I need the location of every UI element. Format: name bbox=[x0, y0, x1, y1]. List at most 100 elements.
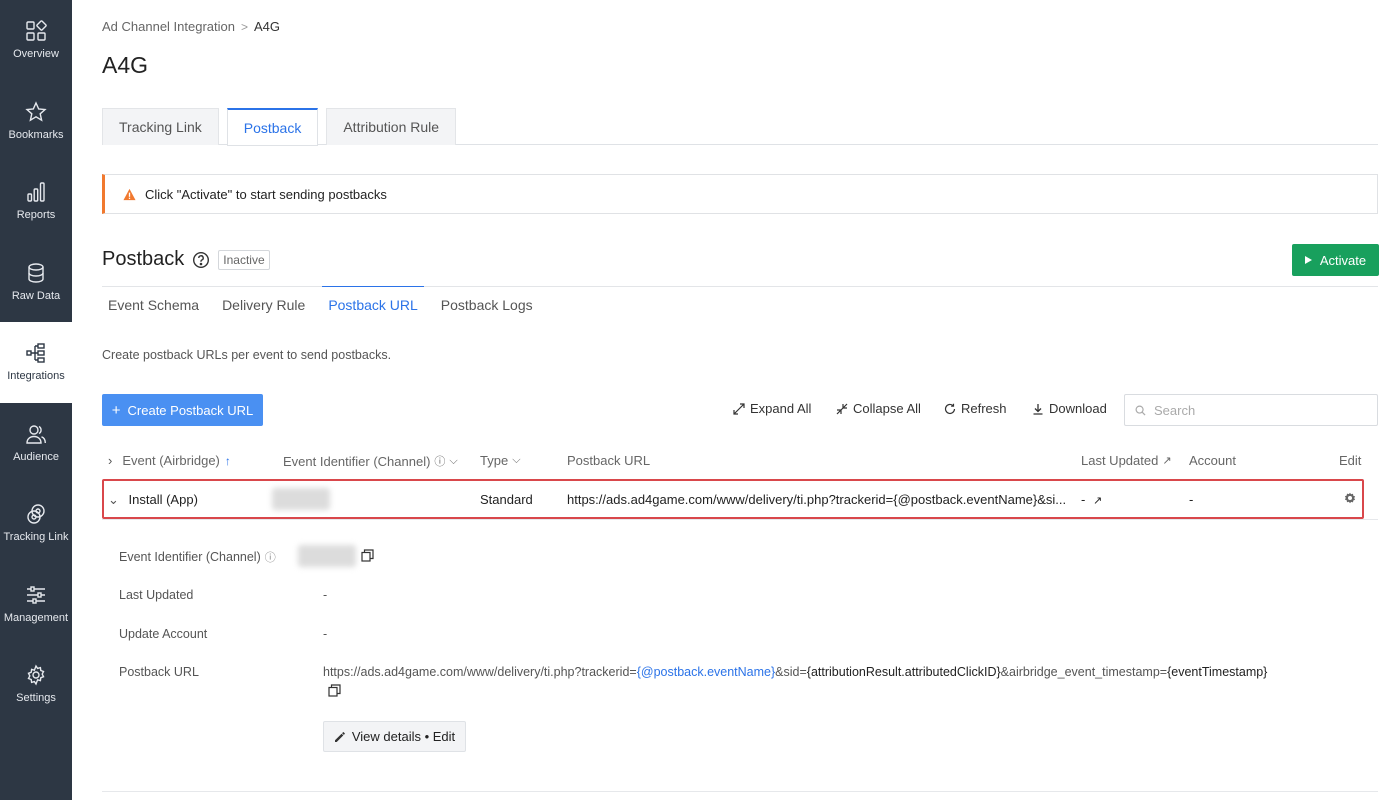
row-last-updated-value: - bbox=[1081, 492, 1086, 507]
refresh-icon bbox=[944, 403, 956, 414]
column-header-last-updated[interactable]: Last Updated ↗ bbox=[1081, 453, 1172, 468]
header-last-updated-label: Last Updated bbox=[1081, 453, 1159, 468]
warning-icon bbox=[123, 188, 136, 200]
header-account-label: Account bbox=[1189, 453, 1236, 468]
external-link-icon[interactable]: ↗ bbox=[1093, 495, 1102, 507]
sidebar-item-label: Audience bbox=[13, 450, 59, 463]
settings-gear-icon[interactable] bbox=[1343, 491, 1357, 505]
sidebar-item-bookmarks[interactable]: Bookmarks bbox=[0, 81, 72, 162]
sort-ascending-icon: ↑ bbox=[224, 453, 231, 468]
expand-icon bbox=[733, 402, 745, 415]
sidebar-item-audience[interactable]: Audience bbox=[0, 403, 72, 484]
postback-title: Postback bbox=[102, 248, 185, 270]
plus-icon: + bbox=[111, 401, 121, 419]
redacted-identifier bbox=[272, 488, 330, 510]
integrations-icon bbox=[26, 343, 45, 363]
column-header-identifier[interactable]: Event Identifier (Channel) ⓘ ⌵ bbox=[283, 453, 458, 469]
tab-attribution-rule[interactable]: Attribution Rule bbox=[326, 108, 457, 145]
redacted-identifier-detail bbox=[298, 545, 356, 567]
url-part: &airbridge_event_timestamp= bbox=[1000, 665, 1168, 679]
sidebar: Overview Bookmarks Reports Raw Data Inte… bbox=[0, 0, 72, 800]
top-tabs: Tracking Link Postback Attribution Rule bbox=[102, 108, 1378, 146]
header-url-label: Postback URL bbox=[567, 453, 651, 468]
sidebar-item-management[interactable]: Management bbox=[0, 564, 72, 645]
column-header-type[interactable]: Type ⌵ bbox=[480, 453, 521, 468]
copy-icon[interactable] bbox=[328, 684, 341, 697]
sidebar-item-tracking-link[interactable]: Tracking Link bbox=[0, 483, 72, 564]
alert-text: Click "Activate" to start sending postba… bbox=[145, 186, 387, 202]
status-badge: Inactive bbox=[218, 249, 270, 270]
expand-all-button[interactable]: Expand All bbox=[733, 401, 811, 416]
create-label: Create Postback URL bbox=[127, 402, 254, 418]
sidebar-item-settings[interactable]: Settings bbox=[0, 644, 72, 725]
activate-button[interactable]: Activate bbox=[1292, 244, 1379, 276]
sidebar-item-raw-data[interactable]: Raw Data bbox=[0, 242, 72, 323]
sidebar-item-overview[interactable]: Overview bbox=[0, 0, 72, 81]
breadcrumb: Ad Channel Integration > A4G bbox=[102, 19, 280, 34]
sidebar-item-label: Management bbox=[3, 611, 69, 624]
header-identifier-label: Event Identifier (Channel) bbox=[283, 453, 431, 469]
chevron-down-icon[interactable]: ⌵ bbox=[449, 455, 457, 468]
overview-icon bbox=[26, 20, 47, 41]
header-type-label: Type bbox=[480, 453, 509, 468]
tab-postback-logs[interactable]: Postback Logs bbox=[435, 287, 539, 323]
collapse-all-button[interactable]: Collapse All bbox=[836, 401, 921, 416]
url-part: &sid= bbox=[775, 665, 807, 679]
sort-arrow-icon: ↗ bbox=[1162, 455, 1172, 467]
detail-postback-url: https://ads.ad4game.com/www/delivery/ti.… bbox=[323, 665, 1267, 679]
download-button[interactable]: Download bbox=[1032, 401, 1107, 416]
detail-identifier-text: Event Identifier (Channel) bbox=[119, 550, 261, 564]
sidebar-item-reports[interactable]: Reports bbox=[0, 161, 72, 242]
sidebar-item-label: Raw Data bbox=[11, 289, 61, 302]
download-label: Download bbox=[1049, 401, 1107, 416]
tab-event-schema[interactable]: Event Schema bbox=[102, 287, 205, 323]
section-description: Create postback URLs per event to send p… bbox=[102, 348, 392, 362]
tab-tracking-link[interactable]: Tracking Link bbox=[102, 108, 219, 145]
expand-all-chevron-icon[interactable]: › bbox=[108, 453, 112, 468]
column-header-account: Account bbox=[1189, 453, 1236, 468]
refresh-label: Refresh bbox=[961, 401, 1007, 416]
help-icon[interactable] bbox=[192, 251, 210, 269]
view-edit-label: View details • Edit bbox=[351, 729, 456, 744]
url-macro-click-id: {attributionResult.attributedClickID} bbox=[806, 665, 1001, 679]
header-event-label: Event (Airbridge) bbox=[122, 453, 220, 468]
breadcrumb-current: A4G bbox=[254, 19, 281, 34]
row-type: Standard bbox=[480, 492, 533, 507]
detail-identifier-label: Event Identifier (Channel) ⓘ bbox=[119, 549, 276, 565]
bar-chart-icon bbox=[27, 182, 45, 202]
column-header-event[interactable]: › Event (Airbridge) ↑ bbox=[108, 453, 231, 468]
activation-alert: Click "Activate" to start sending postba… bbox=[102, 174, 1378, 214]
sliders-icon bbox=[27, 586, 45, 604]
star-icon bbox=[25, 101, 47, 122]
view-details-edit-button[interactable]: View details • Edit bbox=[323, 721, 466, 752]
column-header-postback-url: Postback URL bbox=[567, 453, 650, 468]
collapse-chevron-icon[interactable]: ⌄ bbox=[108, 492, 119, 507]
search-input[interactable] bbox=[1154, 402, 1354, 418]
search-icon bbox=[1135, 405, 1146, 416]
create-postback-url-button[interactable]: + Create Postback URL bbox=[102, 394, 263, 426]
tab-postback-url[interactable]: Postback URL bbox=[322, 286, 424, 322]
breadcrumb-parent[interactable]: Ad Channel Integration bbox=[102, 19, 235, 34]
chevron-down-icon[interactable]: ⌵ bbox=[512, 454, 520, 467]
info-icon: ⓘ bbox=[434, 456, 446, 468]
column-header-edit: Edit bbox=[1339, 453, 1361, 468]
tab-delivery-rule[interactable]: Delivery Rule bbox=[216, 287, 311, 323]
page-title: A4G bbox=[102, 52, 149, 78]
detail-last-updated-value: - bbox=[323, 588, 328, 602]
search-box bbox=[1124, 394, 1378, 426]
sidebar-item-integrations[interactable]: Integrations bbox=[0, 322, 72, 403]
divider bbox=[102, 791, 1378, 792]
sidebar-item-label: Tracking Link bbox=[3, 531, 69, 544]
row-event-cell[interactable]: ⌄ Install (App) bbox=[108, 492, 198, 508]
users-icon bbox=[26, 425, 46, 444]
copy-icon[interactable] bbox=[361, 549, 374, 562]
gear-icon bbox=[27, 664, 45, 686]
tab-postback[interactable]: Postback bbox=[226, 108, 319, 146]
row-account: - bbox=[1189, 492, 1194, 507]
pencil-icon bbox=[334, 731, 345, 742]
breadcrumb-separator: > bbox=[240, 19, 248, 34]
link-icon bbox=[27, 504, 45, 524]
play-icon bbox=[1304, 256, 1312, 264]
row-postback-url: https://ads.ad4game.com/www/delivery/ti.… bbox=[567, 492, 1067, 507]
refresh-button[interactable]: Refresh bbox=[944, 401, 1007, 416]
